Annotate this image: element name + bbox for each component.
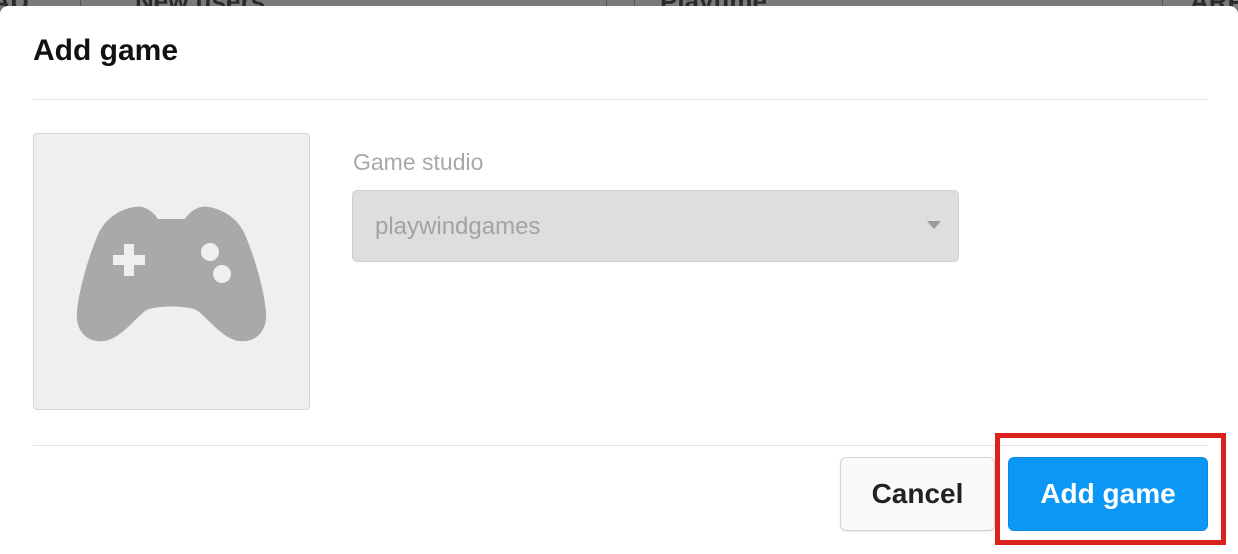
header-divider [33,99,1208,100]
game-studio-select[interactable]: playwindgames [352,190,959,262]
add-game-button[interactable]: Add game [1008,457,1208,531]
dialog-title: Add game [33,34,179,67]
cancel-button[interactable]: Cancel [840,457,995,531]
footer-divider [33,445,1208,446]
gamepad-icon [76,206,267,342]
caret-down-icon [927,221,941,229]
game-thumbnail-placeholder[interactable] [33,133,310,410]
game-studio-label: Game studio [353,149,484,175]
game-studio-selected-value: playwindgames [375,213,541,240]
